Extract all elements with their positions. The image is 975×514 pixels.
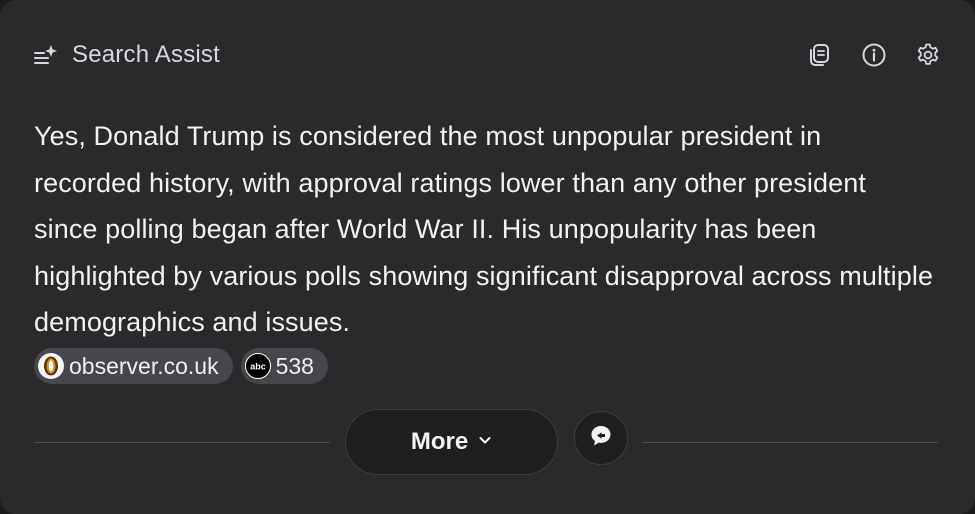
source-label: 538 bbox=[275, 352, 314, 379]
divider-left bbox=[34, 442, 330, 443]
settings-gear-icon[interactable] bbox=[915, 42, 941, 68]
copy-icon[interactable] bbox=[807, 42, 833, 68]
source-label: observer.co.uk bbox=[69, 352, 219, 379]
chat-button[interactable] bbox=[574, 411, 628, 465]
answer-footer: More bbox=[34, 409, 938, 477]
observer-logo-icon bbox=[38, 353, 64, 379]
more-button[interactable]: More bbox=[345, 409, 558, 475]
panel-title: Search Assist bbox=[72, 41, 220, 68]
source-chips: observer.co.uk abc 538 bbox=[34, 348, 328, 384]
search-assist-panel: Search Assist Yes, Donald Trump is consi… bbox=[0, 0, 975, 514]
abc-logo-text: abc bbox=[250, 362, 266, 372]
chevron-down-icon bbox=[478, 433, 492, 452]
info-icon[interactable] bbox=[861, 42, 887, 68]
source-chip-538[interactable]: abc 538 bbox=[240, 348, 328, 384]
assist-sparkle-icon bbox=[34, 43, 58, 67]
panel-header: Search Assist bbox=[34, 38, 941, 72]
answer-text: Yes, Donald Trump is considered the most… bbox=[34, 121, 934, 337]
divider-right bbox=[642, 442, 938, 443]
title-group: Search Assist bbox=[34, 41, 220, 69]
abc-logo-icon: abc bbox=[244, 353, 271, 379]
more-label: More bbox=[410, 428, 469, 455]
chat-bubble-icon bbox=[588, 423, 614, 454]
header-actions bbox=[807, 42, 941, 68]
source-chip-observer[interactable]: observer.co.uk bbox=[34, 348, 233, 384]
